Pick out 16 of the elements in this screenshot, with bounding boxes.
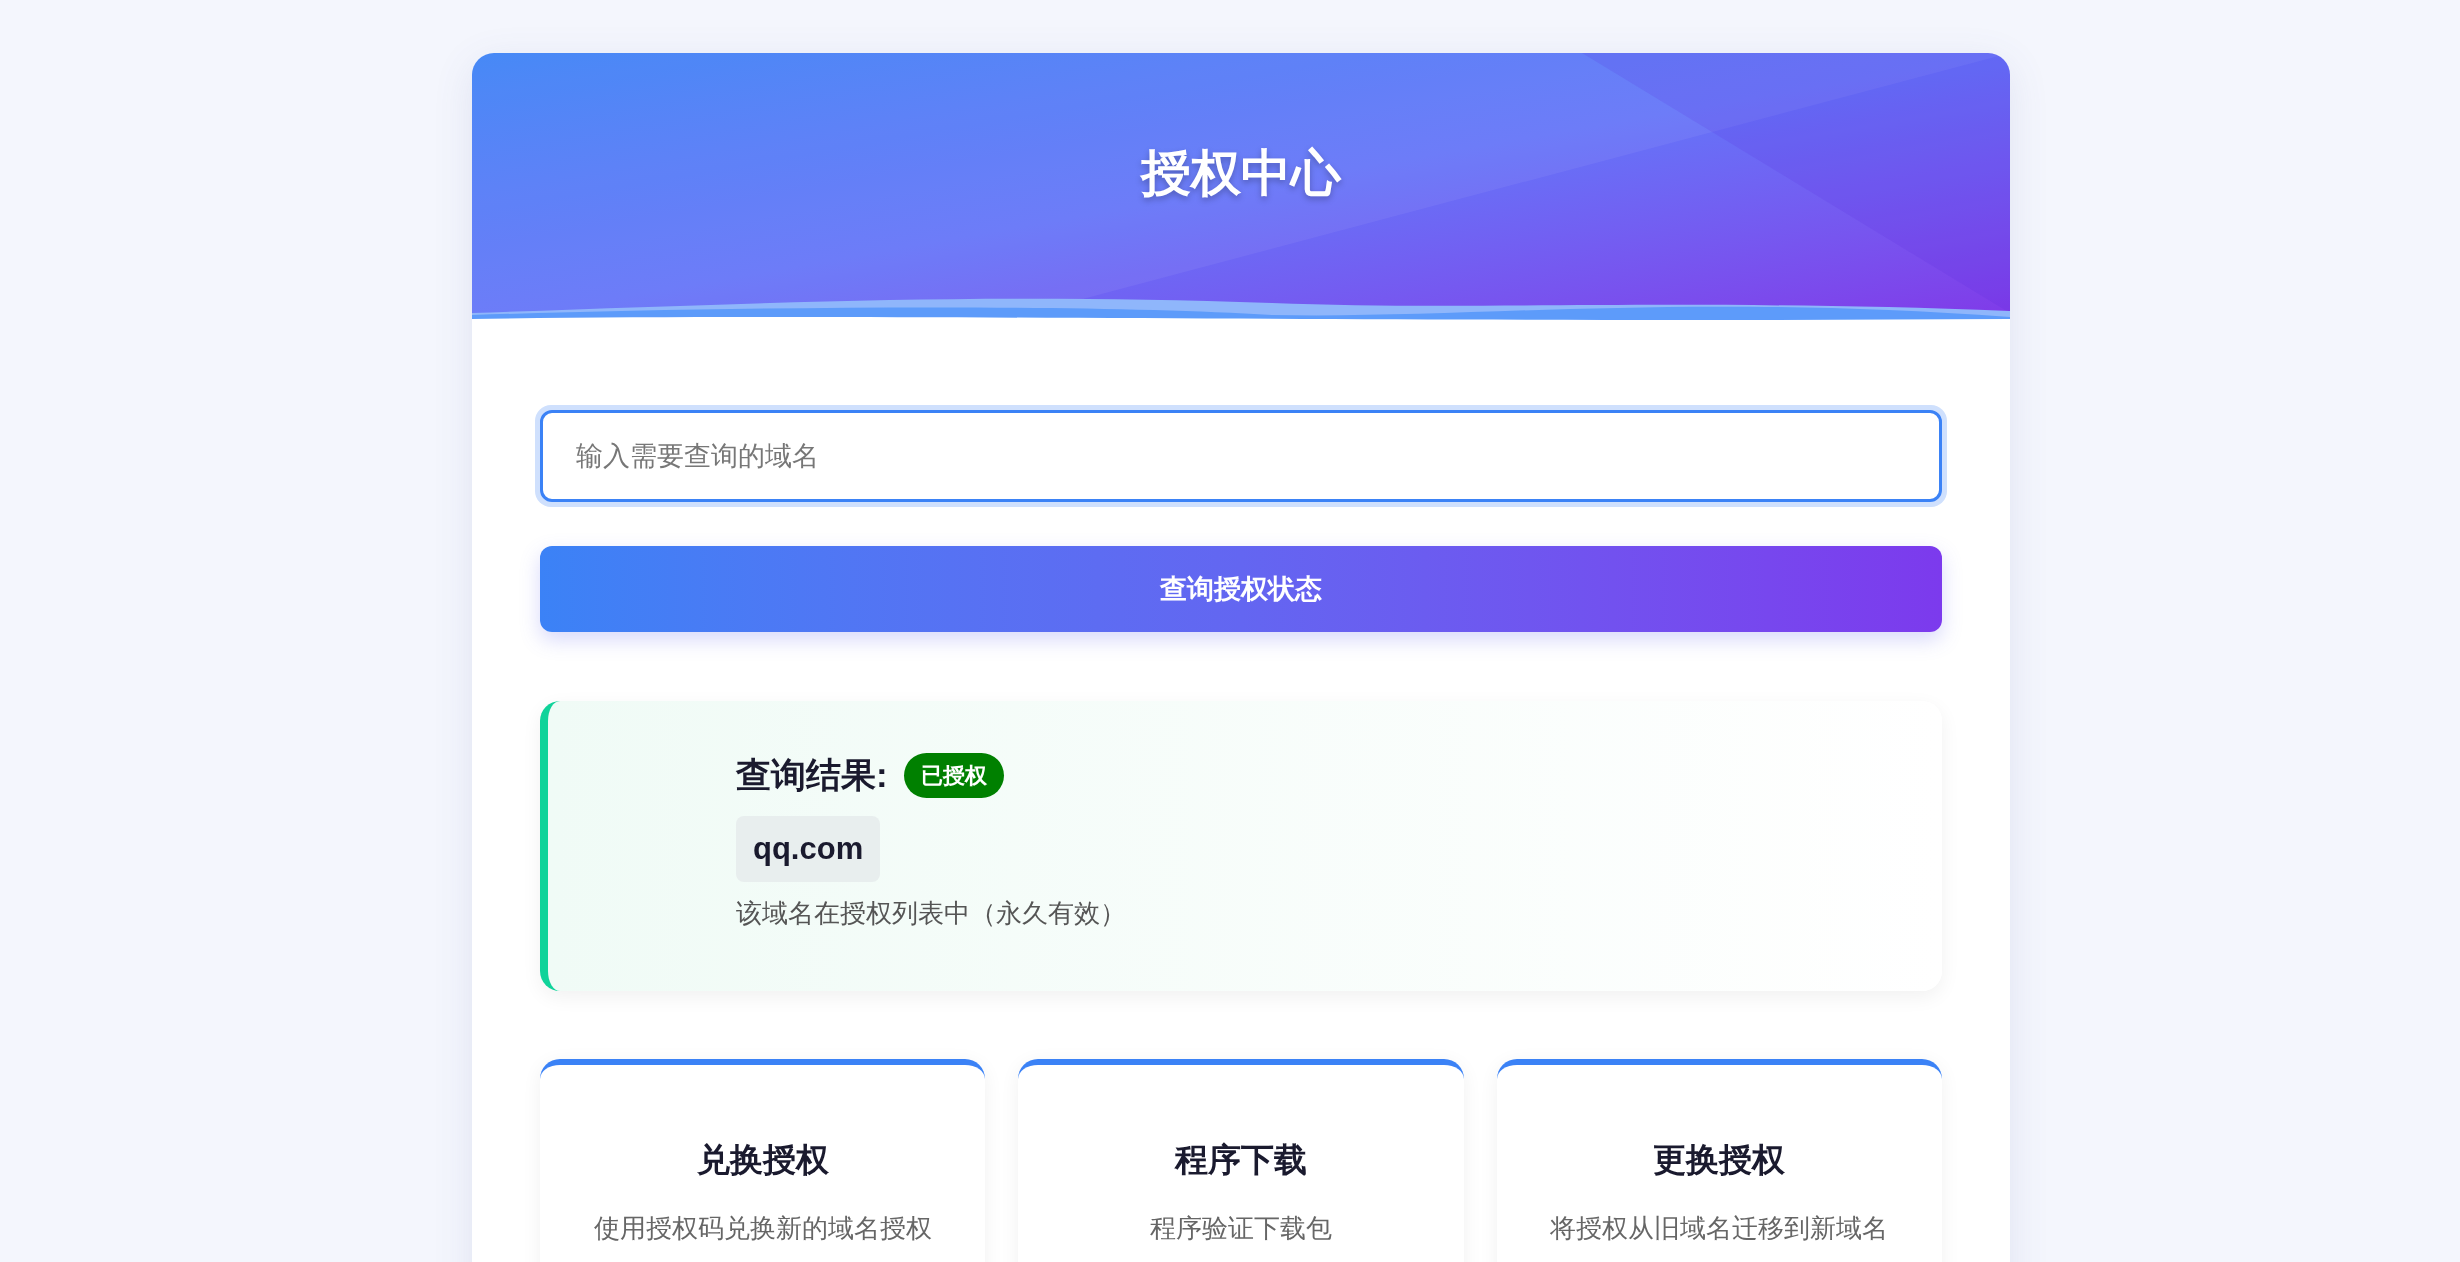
page-title: 授权中心 — [1141, 143, 1341, 203]
query-status-button[interactable]: 查询授权状态 — [540, 546, 1942, 632]
feature-card[interactable]: 程序下载 程序验证下载包 — [1018, 1059, 1464, 1262]
feature-title: 兑换授权 — [696, 1140, 829, 1180]
feature-title: 程序下载 — [1175, 1140, 1307, 1180]
feature-description: 使用授权码兑换新的域名授权 — [593, 1211, 932, 1245]
status-badge: 已授权 — [903, 752, 1004, 798]
domain-tag: qq.com — [736, 815, 881, 882]
feature-description: 将授权从旧域名迁移到新域名 — [1550, 1211, 1889, 1245]
feature-title: 更换授权 — [1653, 1140, 1786, 1180]
domain-input-field[interactable]: 输入需要查询的域名 — [540, 410, 1942, 502]
result-message: 该域名在授权列表中（永久有效） — [736, 897, 1127, 930]
feature-card[interactable]: 更换授权 将授权从旧域名迁移到新域名 — [1496, 1059, 1942, 1262]
feature-description: 程序验证下载包 — [1150, 1211, 1332, 1245]
result-title: 查询结果: — [736, 754, 888, 796]
feature-card[interactable]: 兑换授权 使用授权码兑换新的域名授权 — [540, 1059, 986, 1262]
